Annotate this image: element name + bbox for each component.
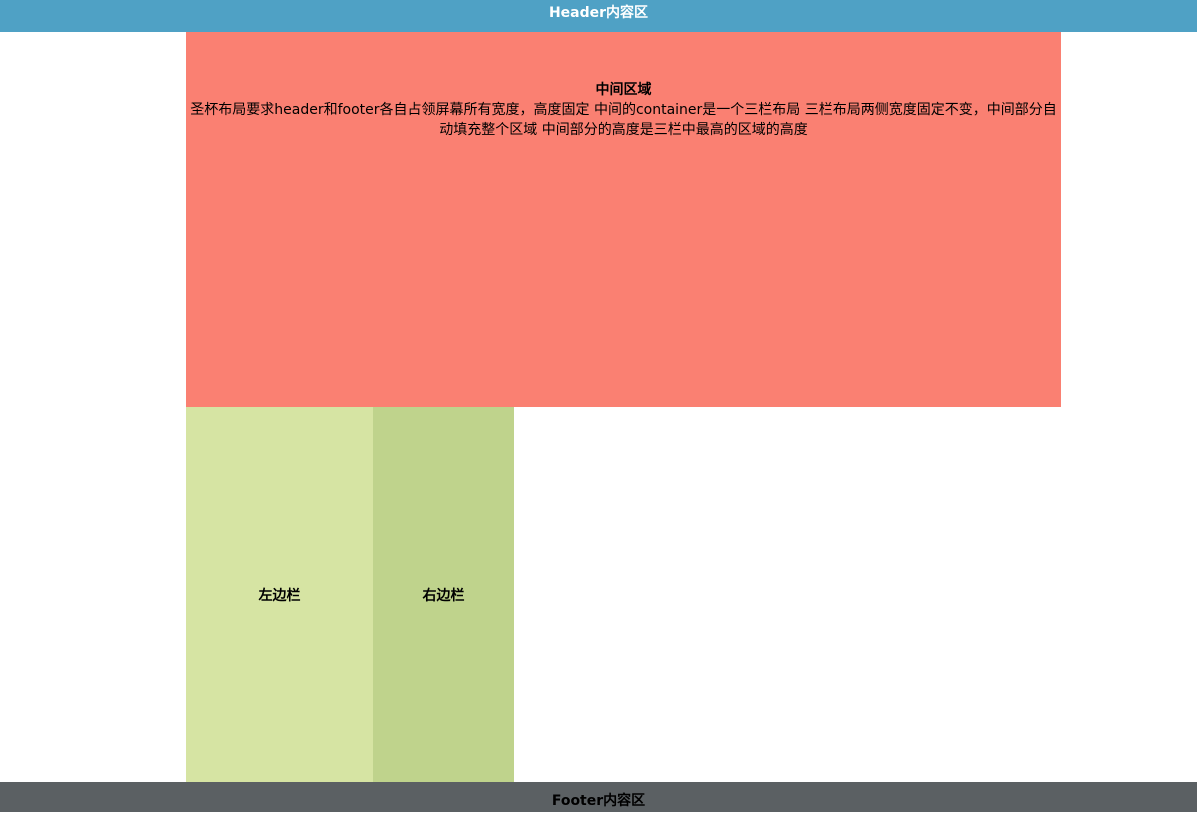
main-content-area: 中间区域 圣杯布局要求header和footer各自占领屏幕所有宽度，高度固定 …: [186, 32, 1061, 407]
main-description: 圣杯布局要求header和footer各自占领屏幕所有宽度，高度固定 中间的co…: [190, 102, 1057, 138]
left-sidebar-label: 左边栏: [258, 587, 301, 604]
footer-text: Footer内容区: [551, 793, 646, 809]
header-text: Header内容区: [548, 5, 649, 21]
left-sidebar: 左边栏: [186, 407, 373, 782]
page-footer: Footer内容区: [0, 782, 1197, 812]
main-title: 中间区域: [595, 82, 652, 98]
right-sidebar-label: 右边栏: [422, 587, 465, 604]
right-sidebar: 右边栏: [373, 407, 514, 782]
page-header: Header内容区: [0, 0, 1197, 32]
